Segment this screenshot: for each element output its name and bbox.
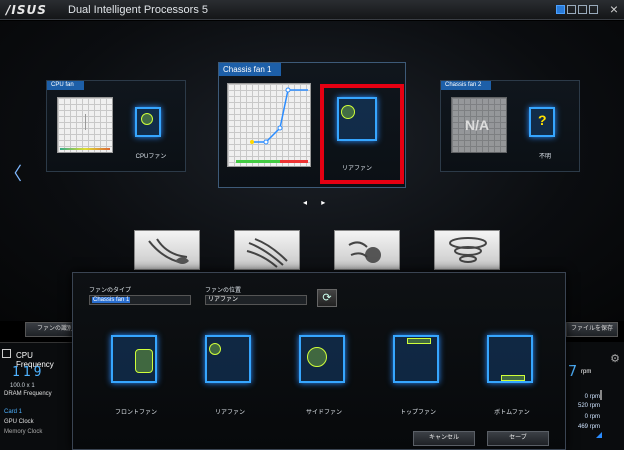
settings-gear-icon[interactable]: ⚙ [610, 352, 620, 365]
bottom-fan-icon [487, 335, 533, 383]
rpm-unit: rpm [581, 369, 592, 375]
fan-mode-fullspeed-button[interactable] [434, 230, 500, 270]
gpu-clock-label: GPU Clock [4, 419, 34, 425]
fan-card-cpu[interactable]: CPU fan CPUファン [46, 80, 186, 172]
top-fan-icon [393, 335, 439, 383]
cpu-frequency-panel: CPU Frequency 119 100.0 x 1 DRAM Frequen… [0, 342, 72, 450]
dram-frequency-label: DRAM Frequency [4, 391, 52, 397]
view-icon-4[interactable] [589, 5, 598, 14]
rpm-row: 0 rpm [584, 394, 600, 400]
fan-type-label: ファンのタイプ [89, 288, 132, 294]
nav-left-arrow[interactable]: 〈 [4, 160, 22, 186]
mini-fan-curve [57, 97, 113, 153]
fan-mode-turbo-button[interactable] [334, 230, 400, 270]
fan-curve-chart [227, 83, 311, 167]
close-button[interactable]: × [610, 1, 618, 17]
front-fan-icon [111, 335, 157, 383]
cpu-fan-box-icon [135, 107, 161, 137]
fan-mode-silent-button[interactable] [134, 230, 200, 270]
position-option-side[interactable]: サイドファン [289, 333, 359, 416]
position-option-bottom[interactable]: ボトムファン [477, 333, 547, 416]
refresh-icon[interactable]: ⟳ [317, 289, 337, 307]
position-option-rear[interactable]: リアファン [195, 333, 265, 416]
save-file-button[interactable]: ファイルを保存 [566, 322, 618, 337]
fan-card-label: 不明 [538, 154, 551, 160]
resize-corner-icon [596, 432, 602, 438]
fan-mode-standard-button[interactable] [234, 230, 300, 270]
title-bar: /ISUS Dual Intelligent Processors 5 × [0, 0, 624, 20]
rpm-value: 7 [568, 362, 578, 380]
fan-card-label: CPUファン [135, 154, 167, 160]
memory-clock-label: Memory Clock [4, 429, 43, 435]
position-label: ボトムファン [494, 410, 530, 416]
fan-card-chassis-2[interactable]: Chassis fan 2 N/A ? 不明 [440, 80, 580, 172]
position-label: トップファン [399, 410, 436, 416]
fan-position-field[interactable]: リアファン [205, 295, 307, 305]
fan-rpm-panel: 7 rpm ⚙ 0 rpm 520 rpm 0 rpm 469 rpm [566, 342, 624, 450]
cpu-icon [2, 349, 11, 358]
na-text: N/A [465, 117, 490, 133]
rpm-row: 0 rpm [584, 414, 600, 420]
fan-position-label: ファンの位置 [205, 288, 242, 294]
fan-position-dialog: ファンのタイプ Chassis fan 1 ファンの位置 リアファン ⟳ フロン… [72, 272, 566, 450]
fan-type-field[interactable]: Chassis fan 1 [89, 295, 191, 305]
view-icon-3[interactable] [578, 5, 587, 14]
view-icon-1[interactable] [556, 5, 565, 14]
position-option-top[interactable]: トップファン [383, 333, 453, 416]
asus-logo: /ISUS [6, 3, 47, 17]
rpm-row: 469 rpm [577, 424, 600, 430]
fan-card-header: CPU fan [47, 81, 84, 90]
selection-highlight [320, 84, 404, 184]
position-label: フロントファン [114, 410, 157, 416]
position-label: サイドファン [305, 410, 342, 416]
rpm-row: 520 rpm [577, 403, 600, 409]
position-label: リアファン [214, 410, 245, 416]
save-button[interactable]: セーブ [487, 431, 549, 446]
rear-fan-icon [205, 335, 251, 383]
unknown-fan-box-icon: ? [529, 107, 555, 137]
fan-type-value: Chassis fan 1 [92, 297, 131, 303]
card-pager[interactable]: ◂ ▸ [303, 198, 331, 207]
cancel-button[interactable]: キャンセル [413, 431, 475, 446]
question-icon: ? [538, 112, 547, 128]
cpu-frequency-value: 119 [12, 365, 45, 380]
gpu-card-label: Card 1 [4, 409, 23, 415]
window-view-controls[interactable] [556, 5, 598, 14]
app-title: Dual Intelligent Processors 5 [68, 4, 209, 16]
fan-card-header: Chassis fan 1 [219, 63, 282, 76]
side-fan-icon [299, 335, 345, 383]
view-icon-2[interactable] [567, 5, 576, 14]
fan-card-header: Chassis fan 2 [441, 81, 492, 90]
rpm-scrollbar[interactable] [600, 390, 602, 400]
cpu-ratio: 100.0 x 1 [10, 383, 35, 389]
position-option-front[interactable]: フロントファン [101, 333, 171, 416]
